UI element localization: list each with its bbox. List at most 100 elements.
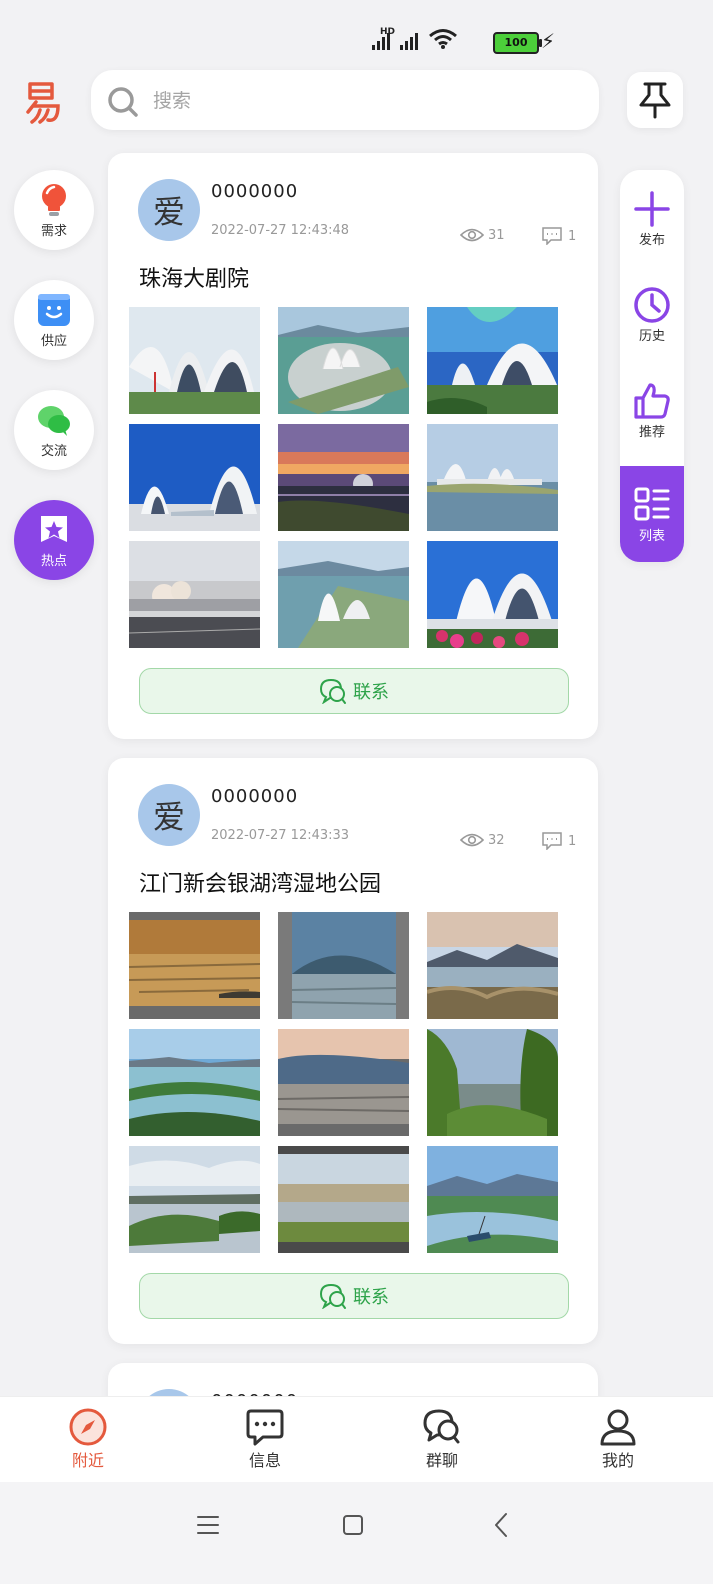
avatar[interactable]: 爱	[138, 784, 200, 846]
comment-count-value: 1	[568, 228, 577, 244]
right-nav-history[interactable]: 历史	[620, 266, 684, 362]
search-input[interactable]	[151, 70, 585, 132]
photo-thumbnail[interactable]	[129, 307, 260, 414]
photo-thumbnail[interactable]	[129, 424, 260, 531]
signal-indicators: HD	[372, 27, 458, 50]
menu-icon[interactable]	[196, 1514, 220, 1536]
photo-thumbnail[interactable]	[129, 912, 260, 1019]
photo-thumbnail[interactable]	[427, 541, 558, 648]
post-title: 珠海大剧院	[139, 267, 250, 292]
eye-icon	[460, 833, 484, 847]
comment-count[interactable]: 1	[542, 832, 576, 850]
charging-icon: ⚡	[541, 29, 556, 53]
avatar[interactable]: 爱	[138, 179, 200, 241]
left-nav-supply[interactable]: 供应	[14, 280, 94, 360]
tab-label: 群聊	[425, 1451, 458, 1470]
thumbs-up-icon	[634, 382, 670, 419]
chat-bubbles-icon	[38, 405, 70, 436]
tab-group-chat[interactable]: 群聊	[382, 1407, 502, 1477]
network-label: HD	[380, 27, 396, 37]
right-nav-label: 列表	[638, 528, 665, 544]
photo-thumbnail[interactable]	[278, 1029, 409, 1136]
compass-icon	[69, 1408, 107, 1446]
photo-thumbnail[interactable]	[278, 1146, 409, 1253]
view-count-value: 31	[488, 227, 505, 243]
photo-thumbnail[interactable]	[129, 541, 260, 648]
right-nav: 发布 历史 推荐 列表	[620, 170, 684, 562]
right-nav-list[interactable]: 列表	[620, 466, 684, 562]
right-nav-recommend[interactable]: 推荐	[620, 362, 684, 458]
photo-thumbnail[interactable]	[427, 424, 558, 531]
message-icon	[246, 1409, 284, 1446]
tab-label: 信息	[248, 1451, 281, 1470]
post-time: 2022-07-27 12:43:33	[211, 828, 350, 843]
left-nav-label: 需求	[40, 223, 67, 239]
photo-thumbnail[interactable]	[129, 1029, 260, 1136]
app-logo[interactable]	[22, 78, 64, 126]
left-nav-demand[interactable]: 需求	[14, 170, 94, 250]
search-bar[interactable]	[91, 70, 599, 132]
tab-messages[interactable]: 信息	[205, 1407, 325, 1477]
search-icon	[108, 87, 138, 117]
smile-box-icon	[38, 293, 70, 326]
tab-nearby[interactable]: 附近	[28, 1407, 148, 1477]
photo-thumbnail[interactable]	[278, 912, 409, 1019]
view-count-value: 32	[488, 832, 505, 848]
chat-icon	[319, 1283, 346, 1309]
post-username: 0000000	[211, 181, 299, 202]
right-nav-label: 推荐	[638, 424, 665, 440]
left-nav-exchange[interactable]: 交流	[14, 390, 94, 470]
left-nav-hot[interactable]: 热点	[14, 500, 94, 580]
contact-button[interactable]: 联系	[139, 668, 569, 714]
star-banner-icon	[41, 515, 67, 542]
plus-icon	[634, 190, 670, 227]
eye-icon	[460, 228, 484, 242]
list-icon	[634, 487, 670, 520]
contact-button[interactable]: 联系	[139, 1273, 569, 1319]
post-title: 江门新会银湖湾湿地公园	[139, 872, 382, 897]
photo-thumbnail[interactable]	[129, 1146, 260, 1253]
comment-icon	[542, 832, 562, 850]
status-bar: HD 100 ⚡	[0, 0, 713, 70]
left-nav-label: 热点	[40, 553, 67, 569]
photo-thumbnail[interactable]	[427, 307, 558, 414]
post-card[interactable]: 爱 0000000 2022-07-27 12:43:48 31 1 珠海大剧院…	[108, 153, 598, 739]
group-chat-icon	[423, 1409, 460, 1444]
signal-hd-icon: HD	[372, 27, 395, 50]
pin-button[interactable]	[627, 72, 683, 128]
right-nav-label: 历史	[638, 328, 665, 344]
photo-grid	[129, 912, 559, 1253]
photo-thumbnail[interactable]	[278, 424, 409, 531]
photo-thumbnail[interactable]	[427, 1146, 558, 1253]
tab-label: 我的	[601, 1451, 634, 1470]
contact-label: 联系	[353, 1287, 389, 1308]
right-nav-label: 发布	[638, 232, 665, 248]
comment-count-value: 1	[568, 833, 577, 849]
person-icon	[600, 1409, 636, 1446]
wifi-icon	[429, 29, 457, 49]
right-nav-publish[interactable]: 发布	[620, 170, 684, 266]
left-nav-label: 交流	[40, 443, 67, 459]
chat-icon	[319, 678, 346, 704]
home-square-icon[interactable]	[342, 1514, 364, 1536]
tab-me[interactable]: 我的	[558, 1407, 678, 1477]
contact-label: 联系	[353, 682, 389, 703]
signal-icon	[400, 33, 418, 50]
view-count: 31	[460, 227, 505, 243]
comment-icon	[542, 227, 562, 245]
tab-label: 附近	[71, 1451, 104, 1470]
photo-thumbnail[interactable]	[278, 541, 409, 648]
bottom-tab-bar: 附近 信息 群聊 我的	[0, 1396, 713, 1483]
post-username: 0000000	[211, 786, 299, 807]
view-count: 32	[460, 832, 505, 848]
left-nav-label: 供应	[40, 333, 67, 349]
comment-count[interactable]: 1	[542, 227, 576, 245]
system-nav-bar	[0, 1482, 713, 1584]
back-icon[interactable]	[492, 1512, 510, 1538]
photo-thumbnail[interactable]	[427, 1029, 558, 1136]
lightbulb-icon	[42, 183, 66, 216]
photo-thumbnail[interactable]	[427, 912, 558, 1019]
post-card[interactable]: 爱 0000000 2022-07-27 12:43:33 32 1 江门新会银…	[108, 758, 598, 1344]
battery-indicator: 100	[493, 32, 542, 54]
photo-thumbnail[interactable]	[278, 307, 409, 414]
